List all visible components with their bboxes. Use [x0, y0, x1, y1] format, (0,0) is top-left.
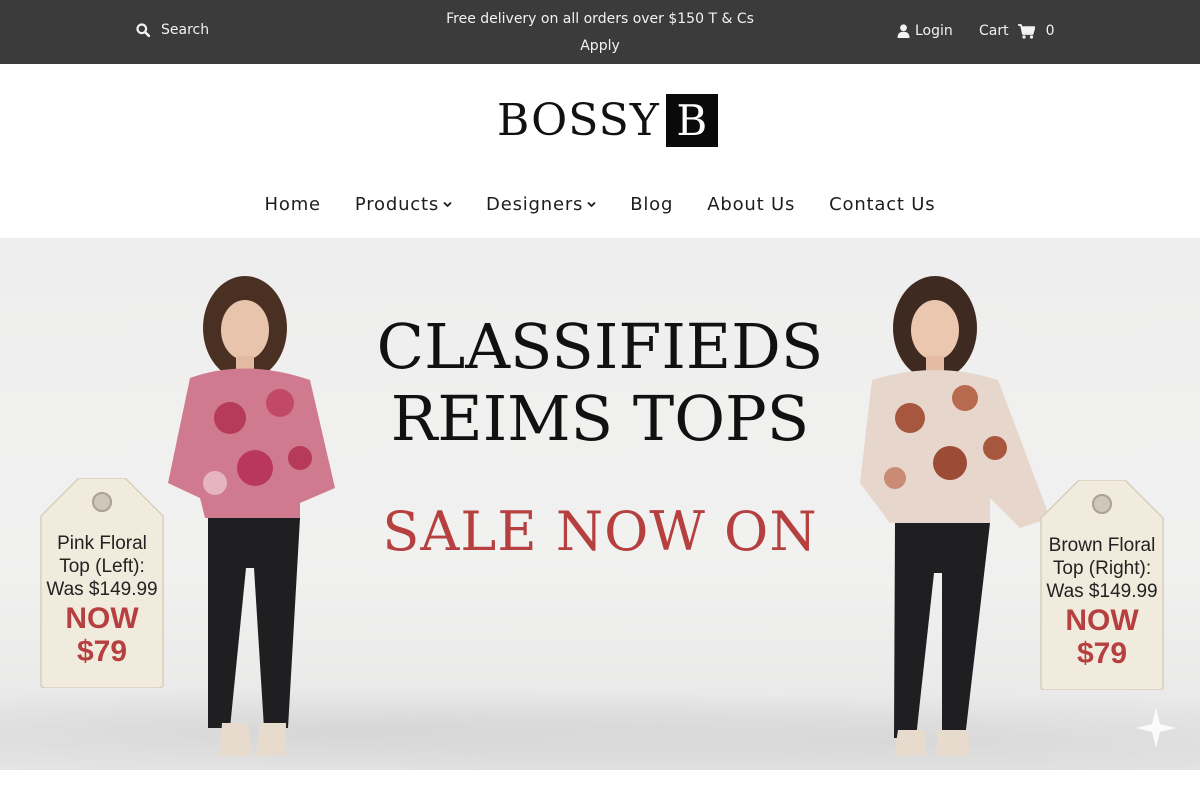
nav-item-label: Contact Us: [829, 193, 936, 215]
cart-link[interactable]: Cart 0: [979, 23, 1055, 39]
search-icon: [136, 23, 150, 37]
model-pink-top-image: [168, 276, 335, 756]
cart-count: 0: [1045, 23, 1055, 39]
nav-item-label: Blog: [630, 193, 674, 215]
nav-item-home[interactable]: Home: [265, 194, 321, 215]
tag-right-now-label: NOW: [1065, 604, 1139, 637]
tag-right-line3: Was $149.99: [1046, 581, 1158, 602]
user-icon: [897, 24, 910, 38]
tag-right-line2: Top (Right):: [1052, 558, 1152, 579]
tag-left-now-label: NOW: [65, 602, 139, 635]
hero-title-line1: CLASSIFIEDS: [376, 310, 824, 383]
sparkle-icon: [1136, 708, 1176, 748]
promo-apply-link[interactable]: Apply: [400, 33, 800, 60]
promo-message: Free delivery on all orders over $150 T …: [400, 6, 800, 60]
hero-title-line2: REIMS TOPS: [390, 382, 810, 455]
chevron-down-icon: [587, 201, 596, 207]
nav-item-designers[interactable]: Designers: [486, 194, 596, 215]
nav-item-label: Home: [264, 193, 321, 215]
promo-text: Free delivery on all orders over $150 T …: [446, 11, 754, 27]
logo-box-letter: B: [665, 94, 718, 147]
tag-right-now-price: $79: [1076, 637, 1128, 670]
hero-banner[interactable]: Pink Floral Top (Left): Was $149.99 NOW …: [0, 238, 1200, 770]
model-brown-top-image: [860, 276, 1050, 756]
hero-sale-text: SALE NOW ON: [382, 500, 818, 563]
nav-item-label: About Us: [707, 193, 796, 215]
cart-icon: [1017, 23, 1035, 39]
search-button[interactable]: Search: [136, 22, 209, 38]
nav-item-label: Designers: [486, 193, 584, 215]
nav-item-products[interactable]: Products: [355, 194, 452, 215]
nav-item-contact-us[interactable]: Contact Us: [829, 194, 935, 215]
site-logo[interactable]: BOSSY B: [497, 94, 718, 147]
cart-label: Cart: [979, 23, 1009, 39]
search-label: Search: [161, 22, 210, 38]
tag-left-now-price: $79: [76, 635, 128, 668]
main-navigation: Home Products Designers Blog About Us Co…: [0, 188, 1200, 220]
nav-item-blog[interactable]: Blog: [630, 194, 673, 215]
login-label: Login: [915, 23, 953, 39]
tag-left-line1: Pink Floral: [57, 533, 147, 554]
login-link[interactable]: Login: [897, 23, 953, 39]
logo-text: BOSSY: [497, 95, 660, 146]
chevron-down-icon: [443, 201, 452, 207]
nav-item-about-us[interactable]: About Us: [707, 194, 795, 215]
tag-right-line1: Brown Floral: [1048, 535, 1156, 556]
tag-left-line3: Was $149.99: [46, 579, 158, 600]
tag-left-line2: Top (Left):: [59, 556, 145, 577]
announcement-bar: Search Free delivery on all orders over …: [0, 0, 1200, 64]
nav-item-label: Products: [354, 193, 440, 215]
